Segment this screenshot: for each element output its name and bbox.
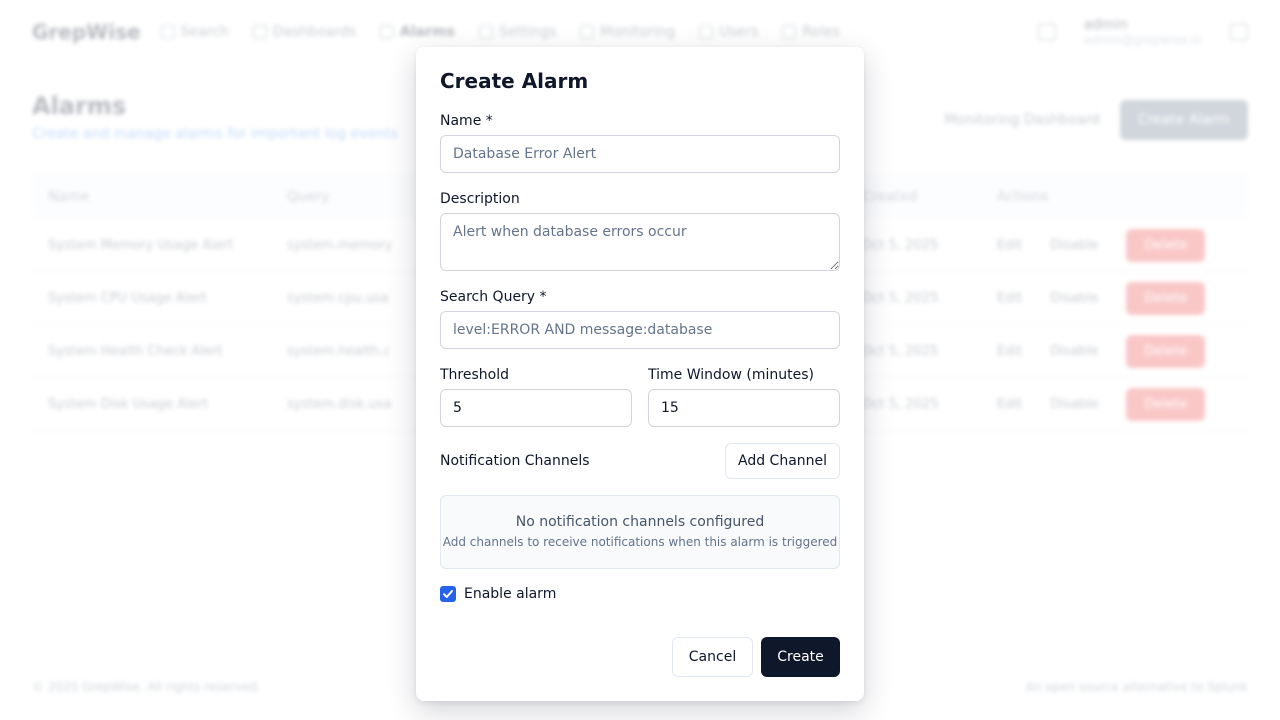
enable-alarm-row: Enable alarm — [440, 586, 556, 602]
description-textarea[interactable] — [440, 213, 840, 271]
search-query-label: Search Query * — [440, 289, 547, 305]
empty-channels-state: No notification channels configured Add … — [440, 495, 840, 569]
description-label: Description — [440, 191, 520, 207]
cancel-button[interactable]: Cancel — [672, 637, 753, 677]
checkmark-icon — [443, 590, 453, 598]
create-button[interactable]: Create — [761, 637, 840, 677]
dialog-title: Create Alarm — [440, 69, 589, 93]
time-window-label: Time Window (minutes) — [648, 367, 814, 383]
create-alarm-dialog: Create Alarm Name * Description Search Q… — [416, 47, 864, 701]
threshold-input[interactable] — [440, 389, 632, 427]
threshold-label: Threshold — [440, 367, 509, 383]
empty-state-title: No notification channels configured — [515, 514, 765, 530]
time-window-input[interactable] — [648, 389, 840, 427]
empty-state-subtitle: Add channels to receive notifications wh… — [442, 535, 838, 549]
enable-alarm-label: Enable alarm — [464, 586, 557, 602]
name-input[interactable] — [440, 135, 840, 173]
add-channel-button[interactable]: Add Channel — [725, 443, 840, 479]
enable-alarm-checkbox[interactable] — [440, 586, 456, 602]
search-query-input[interactable] — [440, 311, 840, 349]
notification-channels-label: Notification Channels — [440, 453, 590, 469]
name-label: Name * — [440, 113, 493, 129]
